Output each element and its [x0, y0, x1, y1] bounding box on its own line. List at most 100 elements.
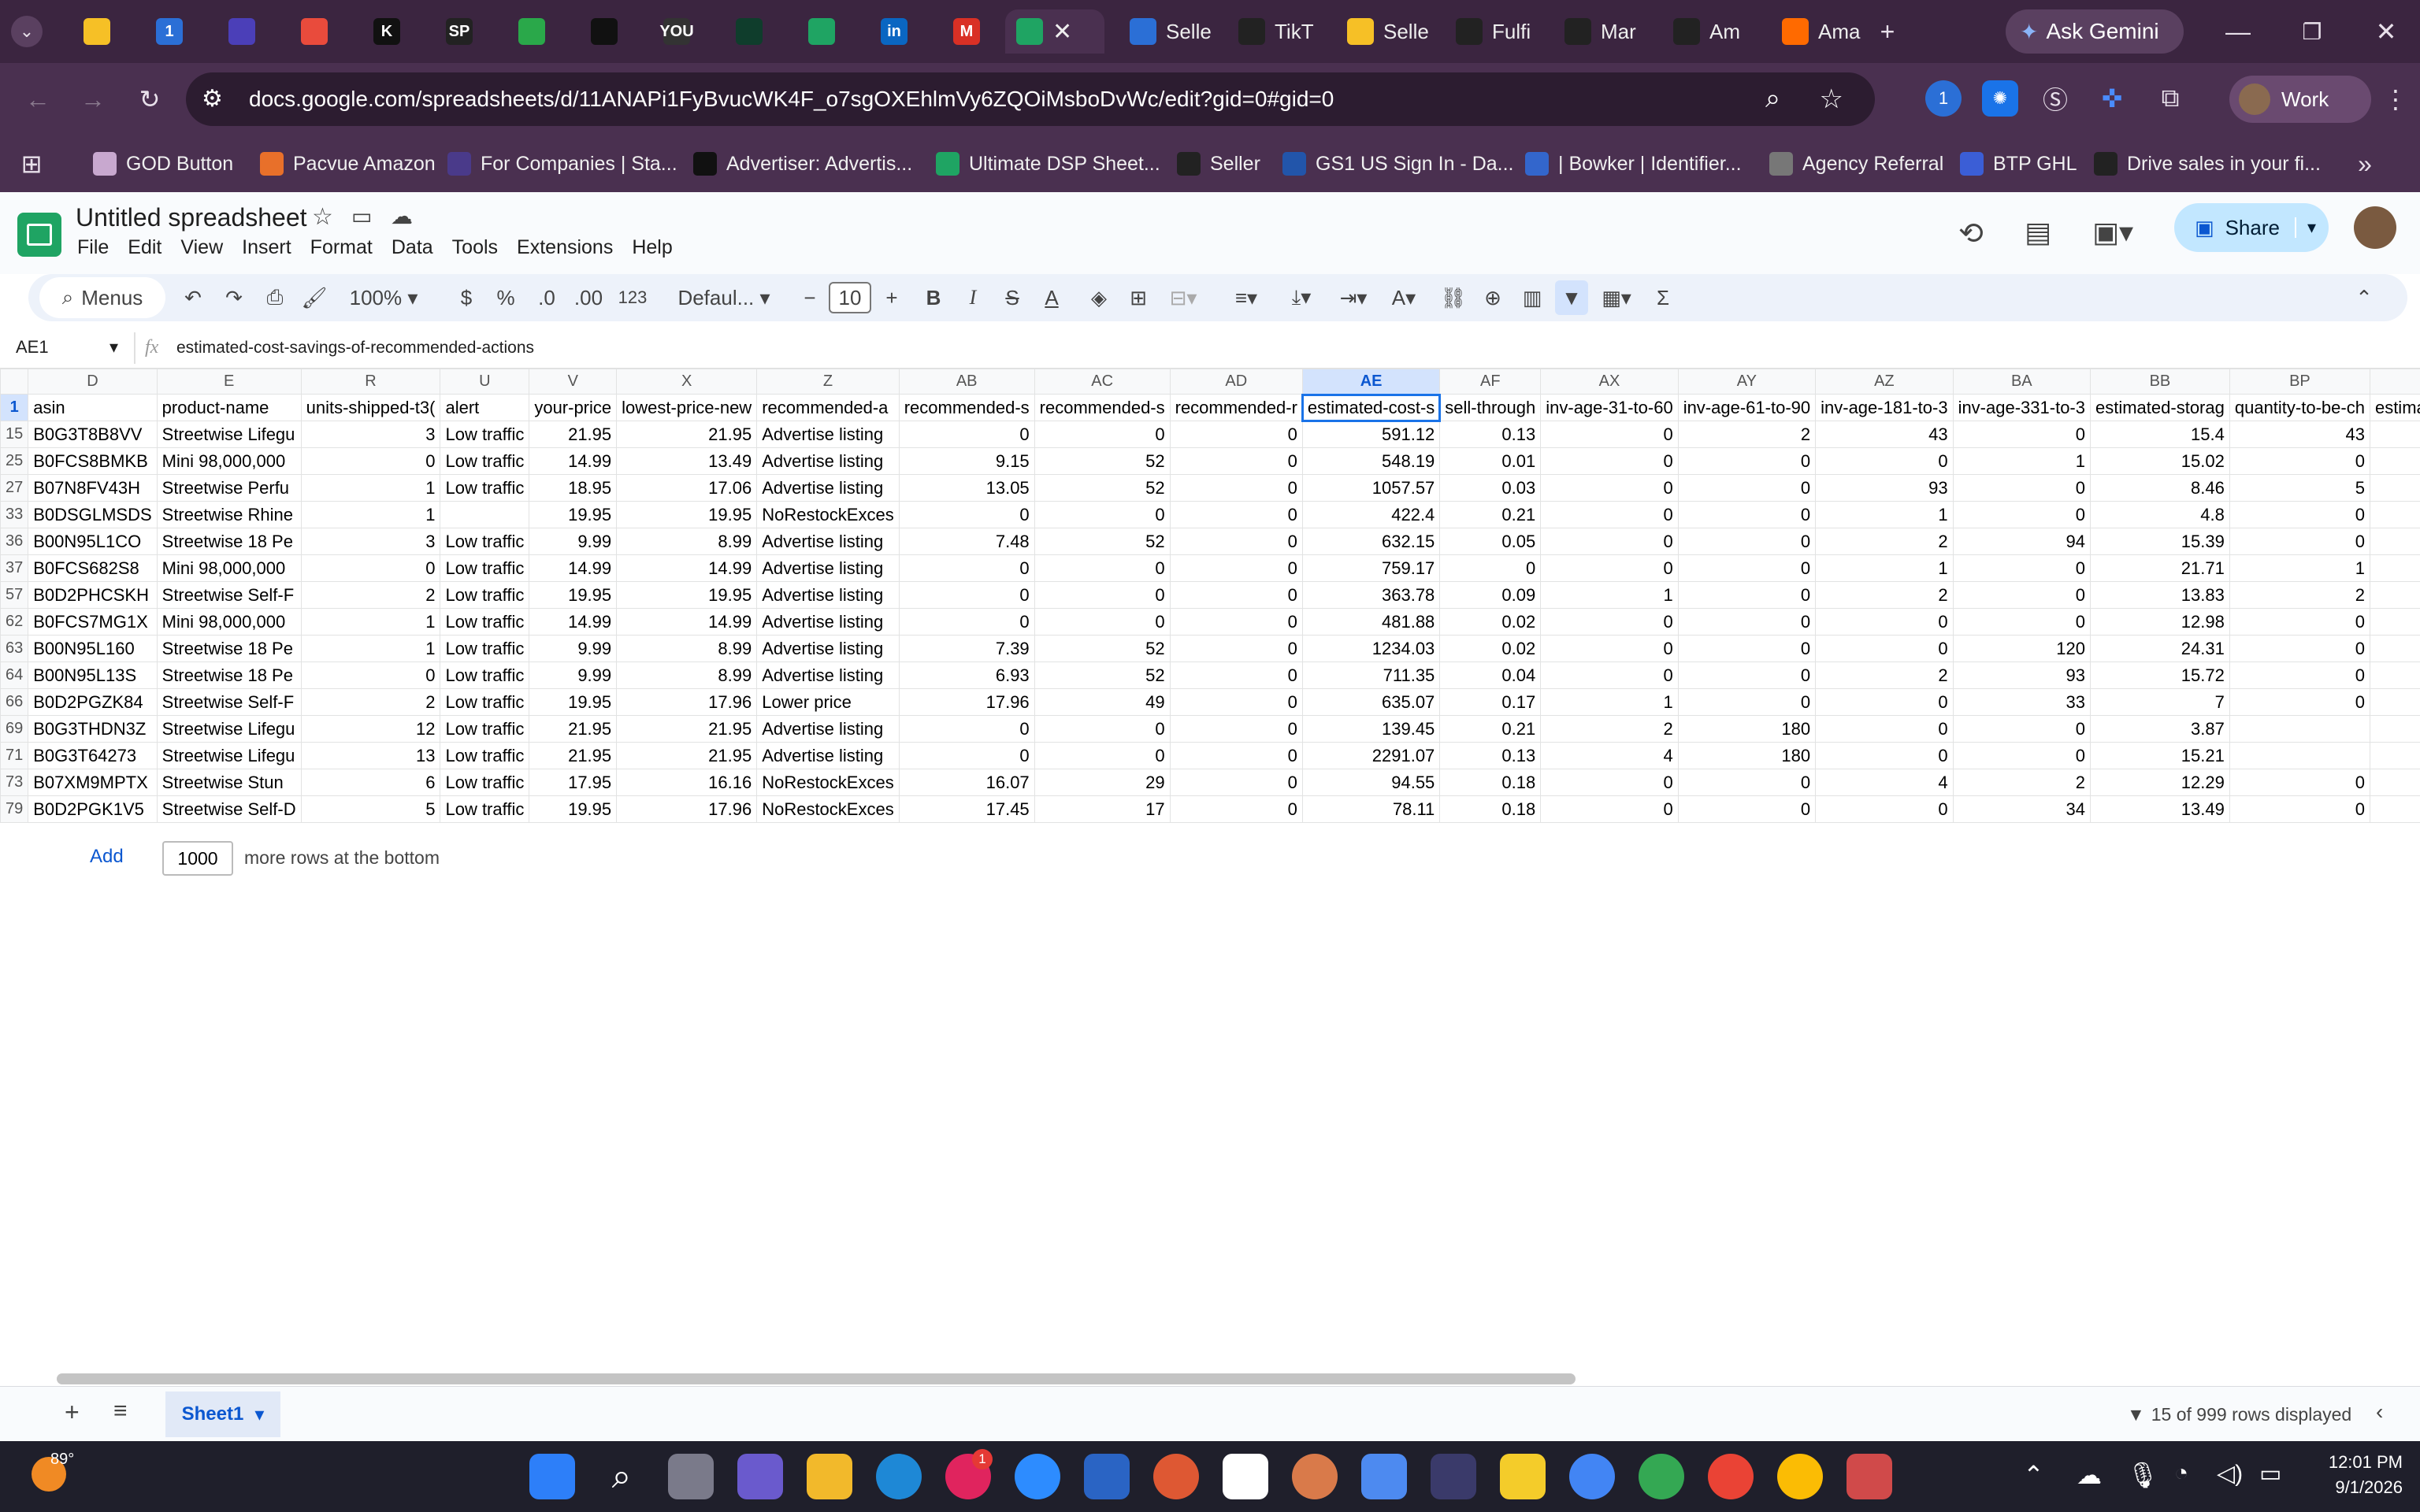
table-cell[interactable]: Low traffic [440, 581, 530, 609]
table-cell[interactable]: 0 [1540, 635, 1679, 662]
table-cell[interactable]: 43 [2229, 421, 2370, 448]
undo-icon[interactable]: ↶ [175, 274, 211, 321]
decrease-decimal-button[interactable]: .0 [529, 274, 564, 321]
table-cell[interactable]: B07N8FV43H [28, 474, 158, 502]
table-cell[interactable]: 0 [898, 554, 1035, 582]
row-header[interactable]: 79 [0, 795, 29, 823]
table-cell[interactable]: 13 [300, 742, 441, 769]
table-cell[interactable]: 0 [1169, 581, 1303, 609]
increase-decimal-button[interactable]: .00 [569, 274, 608, 321]
table-cell[interactable]: 19.95 [529, 581, 618, 609]
table-cell[interactable]: 2 [1815, 581, 1954, 609]
table-cell[interactable]: Advertise listing [756, 581, 900, 609]
share-dropdown-icon[interactable]: ▾ [2294, 217, 2316, 238]
table-cell[interactable]: 0 [1677, 635, 1817, 662]
header-cell[interactable]: asin [28, 394, 158, 421]
table-cell[interactable]: 8.99 [616, 635, 758, 662]
table-cell[interactable]: 2 [1815, 528, 1954, 555]
table-cell[interactable]: 1 [300, 608, 441, 636]
table-cell[interactable]: 13.49 [2090, 795, 2230, 823]
extensions-icon[interactable]: ⧉ [2152, 80, 2188, 117]
g-app-icon[interactable] [1431, 1454, 1476, 1499]
header-cell[interactable]: inv-age-61-to-90 [1677, 394, 1817, 421]
table-cell[interactable]: NoRestockExces [756, 769, 900, 796]
browser-tab[interactable]: Mar [1553, 9, 1657, 54]
browser-tab[interactable] [725, 9, 788, 54]
copilot-icon[interactable] [737, 1454, 783, 1499]
onedrive-icon[interactable]: ☁ [2077, 1460, 2102, 1490]
column-header[interactable]: BB [2090, 369, 2230, 395]
version-history-icon[interactable]: ⟲ [1958, 216, 1984, 251]
table-cell[interactable] [2369, 474, 2420, 502]
table-cell[interactable]: Low traffic [440, 474, 530, 502]
table-cell[interactable]: 12.98 [2090, 608, 2230, 636]
table-cell[interactable]: 0 [1169, 554, 1303, 582]
filter-icon[interactable]: ▼ [1555, 280, 1588, 315]
table-cell[interactable]: 0 [1677, 501, 1817, 528]
minimize-icon[interactable]: — [2218, 16, 2258, 47]
table-cell[interactable]: 1 [2229, 554, 2370, 582]
menu-item[interactable]: Insert [242, 236, 291, 259]
browser-tab[interactable]: YOU [652, 9, 715, 54]
redo-icon[interactable]: ↷ [216, 274, 252, 321]
table-cell[interactable] [2369, 447, 2420, 475]
table-cell[interactable]: 19.95 [529, 501, 618, 528]
font-select[interactable]: Defaul... ▾ [665, 274, 783, 321]
spreadsheet-grid[interactable]: D E R U V X Z AB AC AD AE AF AX AY AZ BA BB BP 1 asin produ… [0, 369, 2420, 827]
table-cell[interactable]: 139.45 [1301, 715, 1441, 743]
table-cell[interactable]: Low traffic [440, 608, 530, 636]
table-cell[interactable]: 0 [1815, 688, 1954, 716]
table-cell[interactable]: 94 [1952, 528, 2092, 555]
omnibox[interactable]: ⚙ docs.google.com/spreadsheets/d/11ANAPi… [186, 72, 1875, 126]
table-cell[interactable]: 1 [300, 635, 441, 662]
table-cell[interactable]: 0 [1169, 715, 1303, 743]
table-cell[interactable] [2369, 795, 2420, 823]
table-cell[interactable]: Low traffic [440, 635, 530, 662]
table-cell[interactable]: Low traffic [440, 769, 530, 796]
store-icon[interactable] [1084, 1454, 1130, 1499]
table-cell[interactable]: 1 [1815, 554, 1954, 582]
column-header[interactable]: BA [1952, 369, 2092, 395]
bookmark-item[interactable]: For Companies | Sta... [447, 146, 677, 181]
table-cell[interactable]: Streetwise Self-F [156, 581, 302, 609]
table-cell[interactable]: Advertise listing [756, 421, 900, 448]
table-cell[interactable]: 16.16 [616, 769, 758, 796]
row-header[interactable]: 66 [0, 688, 29, 716]
browser-tab[interactable] [217, 9, 280, 54]
table-cell[interactable]: 1234.03 [1301, 635, 1441, 662]
functions-button[interactable]: Σ [1645, 274, 1681, 321]
table-cell[interactable]: 13.05 [898, 474, 1035, 502]
table-cell[interactable]: 21.95 [529, 715, 618, 743]
table-cell[interactable]: 0 [1034, 742, 1171, 769]
bookmark-item[interactable]: Seller [1177, 146, 1260, 181]
table-cell[interactable]: 52 [1034, 474, 1171, 502]
table-cell[interactable]: 0 [1540, 608, 1679, 636]
wifi-icon[interactable]: ◔ [2174, 1460, 2188, 1487]
menu-item[interactable]: Extensions [517, 236, 613, 259]
table-cell[interactable]: 0.13 [1439, 421, 1542, 448]
table-cell[interactable]: B0DSGLMSDS [28, 501, 158, 528]
browser-tab[interactable] [797, 9, 860, 54]
table-cell[interactable]: 422.4 [1301, 501, 1441, 528]
table-cell[interactable]: 0 [898, 742, 1035, 769]
table-cell[interactable]: 0 [1952, 715, 2092, 743]
row-header[interactable]: 73 [0, 769, 29, 796]
collapse-toolbar-icon[interactable]: ⌃ [2346, 274, 2382, 321]
table-cell[interactable]: 6.93 [898, 662, 1035, 689]
table-cell[interactable]: 0 [1677, 608, 1817, 636]
tab-search-icon[interactable]: ⌄ [11, 16, 43, 47]
table-cell[interactable]: 14.99 [616, 554, 758, 582]
table-cell[interactable]: 759.17 [1301, 554, 1441, 582]
row-header[interactable]: 36 [0, 528, 29, 555]
cells-table[interactable]: D E R U V X Z AB AC AD AE AF AX AY AZ BA BB BP 1 asin produ… [0, 369, 2420, 823]
table-cell[interactable]: 0 [2229, 688, 2370, 716]
table-cell[interactable]: Streetwise Lifegu [156, 715, 302, 743]
table-cell[interactable]: 9.15 [898, 447, 1035, 475]
table-cell[interactable]: 4 [1540, 742, 1679, 769]
table-cell[interactable]: 24.31 [2090, 635, 2230, 662]
table-cell[interactable] [2369, 688, 2420, 716]
more-menu-icon[interactable]: ⋮ [2383, 82, 2408, 117]
table-cell[interactable]: 14.99 [529, 554, 618, 582]
row-header[interactable]: 64 [0, 662, 29, 689]
column-header[interactable]: U [440, 369, 530, 395]
